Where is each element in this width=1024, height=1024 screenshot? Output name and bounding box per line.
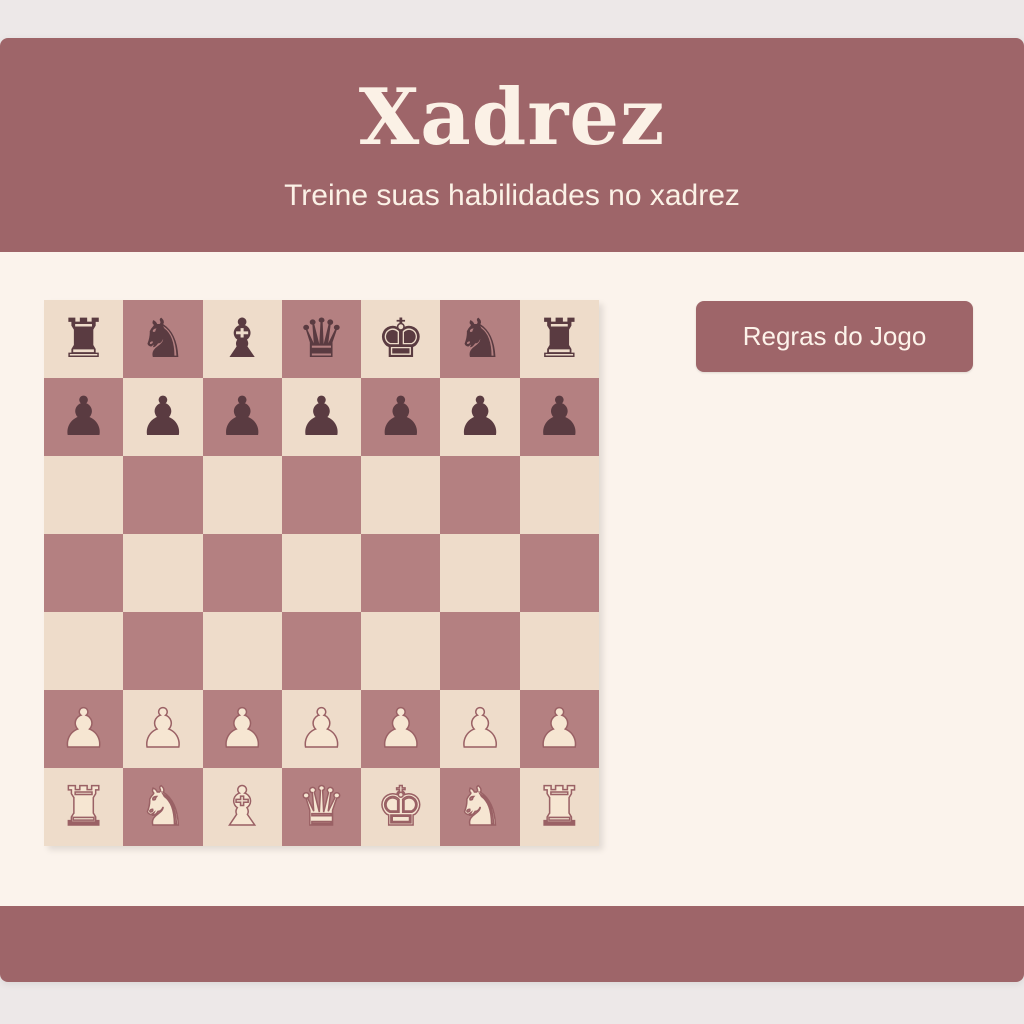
board-square[interactable]: ♟ bbox=[123, 690, 203, 768]
board-square[interactable]: ♜ bbox=[519, 768, 599, 846]
board-square[interactable] bbox=[519, 456, 599, 534]
white-pawn-icon[interactable]: ♟ bbox=[138, 701, 188, 757]
board-square[interactable] bbox=[123, 534, 203, 612]
board-square[interactable]: ♚ bbox=[361, 768, 441, 846]
black-pawn-icon[interactable]: ♟ bbox=[377, 390, 425, 444]
black-pawn-icon[interactable]: ♟ bbox=[297, 390, 345, 444]
board-square[interactable]: ♟ bbox=[281, 690, 362, 768]
board-square[interactable] bbox=[361, 534, 441, 612]
white-knight-icon[interactable]: ♞ bbox=[455, 779, 505, 835]
board-square[interactable] bbox=[44, 456, 124, 534]
black-pawn-icon[interactable]: ♟ bbox=[139, 390, 187, 444]
page-subtitle: Treine suas habilidades no xadrez bbox=[284, 179, 740, 212]
board-square[interactable]: ♟ bbox=[44, 378, 124, 456]
board-square[interactable] bbox=[281, 534, 362, 612]
white-pawn-icon[interactable]: ♟ bbox=[376, 701, 426, 757]
board-square[interactable]: ♞ bbox=[123, 768, 203, 846]
page-title: Xadrez bbox=[358, 72, 666, 163]
board-square[interactable] bbox=[440, 456, 520, 534]
board-square[interactable]: ♟ bbox=[440, 378, 520, 456]
board-square[interactable]: ♟ bbox=[44, 690, 124, 768]
board-square[interactable] bbox=[519, 534, 599, 612]
board-square[interactable]: ♟ bbox=[361, 378, 441, 456]
board-square[interactable]: ♟ bbox=[123, 378, 203, 456]
board-square[interactable]: ♟ bbox=[281, 378, 362, 456]
white-pawn-icon[interactable]: ♟ bbox=[59, 701, 109, 757]
white-king-icon[interactable]: ♚ bbox=[376, 779, 426, 835]
black-queen-icon[interactable]: ♛ bbox=[297, 312, 345, 366]
black-pawn-icon[interactable]: ♟ bbox=[59, 390, 107, 444]
board-square[interactable] bbox=[440, 612, 520, 690]
board-square[interactable]: ♜ bbox=[44, 768, 124, 846]
board-square[interactable] bbox=[281, 456, 362, 534]
black-bishop-icon[interactable]: ♝ bbox=[218, 312, 266, 366]
board-square[interactable]: ♛ bbox=[281, 300, 362, 378]
board-square[interactable]: ♜ bbox=[44, 300, 124, 378]
black-king-icon[interactable]: ♚ bbox=[377, 312, 425, 366]
board-square[interactable]: ♟ bbox=[202, 690, 282, 768]
black-knight-icon[interactable]: ♞ bbox=[456, 312, 504, 366]
white-knight-icon[interactable]: ♞ bbox=[138, 779, 188, 835]
board-square[interactable]: ♞ bbox=[123, 300, 203, 378]
board-square[interactable] bbox=[44, 534, 124, 612]
board-square[interactable] bbox=[519, 612, 599, 690]
board-square[interactable]: ♜ bbox=[519, 300, 599, 378]
board-square[interactable] bbox=[202, 456, 282, 534]
black-rook-icon[interactable]: ♜ bbox=[535, 312, 583, 366]
black-knight-icon[interactable]: ♞ bbox=[139, 312, 187, 366]
board-square[interactable] bbox=[202, 612, 282, 690]
board-square[interactable]: ♟ bbox=[202, 378, 282, 456]
board-square[interactable]: ♟ bbox=[440, 690, 520, 768]
white-bishop-icon[interactable]: ♝ bbox=[217, 779, 267, 835]
white-pawn-icon[interactable]: ♟ bbox=[297, 701, 347, 757]
board-square[interactable] bbox=[281, 612, 362, 690]
board-square[interactable] bbox=[361, 612, 441, 690]
board-square[interactable]: ♟ bbox=[519, 690, 599, 768]
board-square[interactable] bbox=[123, 612, 203, 690]
black-rook-icon[interactable]: ♜ bbox=[59, 312, 107, 366]
white-pawn-icon[interactable]: ♟ bbox=[534, 701, 584, 757]
white-pawn-icon[interactable]: ♟ bbox=[455, 701, 505, 757]
black-pawn-icon[interactable]: ♟ bbox=[456, 390, 504, 444]
board-square[interactable]: ♝ bbox=[202, 768, 282, 846]
board-square[interactable]: ♟ bbox=[519, 378, 599, 456]
board-square[interactable] bbox=[123, 456, 203, 534]
board-square[interactable]: ♚ bbox=[361, 300, 441, 378]
board-square[interactable]: ♞ bbox=[440, 300, 520, 378]
black-pawn-icon[interactable]: ♟ bbox=[535, 390, 583, 444]
black-pawn-icon[interactable]: ♟ bbox=[218, 390, 266, 444]
board-square[interactable] bbox=[202, 534, 282, 612]
page-footer bbox=[0, 906, 1024, 982]
board-square[interactable]: ♟ bbox=[361, 690, 441, 768]
white-queen-icon[interactable]: ♛ bbox=[297, 779, 347, 835]
board-square[interactable]: ♞ bbox=[440, 768, 520, 846]
board-square[interactable] bbox=[361, 456, 441, 534]
app-window: Xadrez Treine suas habilidades no xadrez… bbox=[0, 38, 1024, 982]
board-square[interactable] bbox=[44, 612, 124, 690]
board-square[interactable]: ♛ bbox=[281, 768, 362, 846]
board-square[interactable]: ♝ bbox=[202, 300, 282, 378]
white-pawn-icon[interactable]: ♟ bbox=[217, 701, 267, 757]
page-header: Xadrez Treine suas habilidades no xadrez bbox=[0, 38, 1024, 252]
white-rook-icon[interactable]: ♜ bbox=[59, 779, 109, 835]
board-square[interactable] bbox=[440, 534, 520, 612]
rules-button[interactable]: Regras do Jogo bbox=[696, 301, 973, 372]
white-rook-icon[interactable]: ♜ bbox=[534, 779, 584, 835]
chess-board[interactable]: ♜ ♞ ♝ ♛ ♚ ♞ ♜ ♟ ♟ ♟ ♟ ♟ ♟ ♟ ♟ ♟ ♟ ♟ ♟ ♟ ♟ ♜ ♞ ♝ ♛ ♚ ♞ ♜ bbox=[44, 300, 599, 846]
